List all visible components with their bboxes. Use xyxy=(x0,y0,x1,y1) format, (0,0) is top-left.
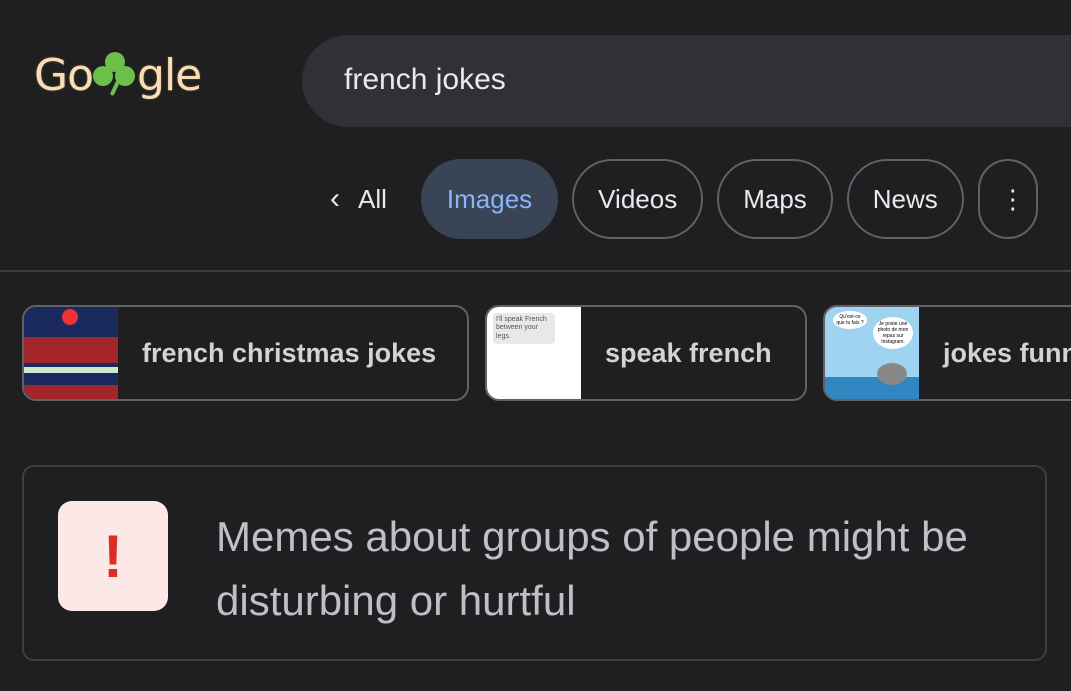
shamrock-icon xyxy=(93,52,137,97)
tab-images[interactable]: Images xyxy=(420,159,559,239)
tab-label: All xyxy=(358,183,387,214)
chip-label: french christmas jokes xyxy=(142,337,437,368)
chip-thumbnail: I'll speak French between your legs. xyxy=(487,307,581,399)
google-logo[interactable]: Go gle xyxy=(34,50,202,101)
chip-speak-french[interactable]: I'll speak French between your legs. spe… xyxy=(485,305,807,401)
chip-label: speak french xyxy=(605,337,772,368)
thumb-text: I'll speak French between your legs. xyxy=(493,313,555,345)
chevron-left-icon: ‹ xyxy=(330,182,340,215)
chip-thumbnail xyxy=(24,307,118,399)
logo-text-end: gle xyxy=(137,50,202,101)
tab-maps[interactable]: Maps xyxy=(717,159,833,239)
chip-thumbnail: Qu'est-ce que tu fais ? Je poste une pho… xyxy=(825,307,919,399)
chip-label: jokes funn xyxy=(943,337,1071,368)
search-input[interactable]: french jokes xyxy=(302,35,1071,127)
content-warning-card: ! Memes about groups of people might be … xyxy=(22,465,1047,661)
thumb-text: Je poste une photo de mon repas sur Inst… xyxy=(873,317,913,349)
search-tabs: ‹ All Images Videos Maps News ⋮ xyxy=(330,159,1038,239)
thumb-text: Qu'est-ce que tu fais ? xyxy=(833,311,867,329)
chip-jokes-funny[interactable]: Qu'est-ce que tu fais ? Je poste une pho… xyxy=(823,305,1071,401)
logo-text-start: Go xyxy=(34,50,94,101)
more-tabs-button[interactable]: ⋮ xyxy=(977,159,1038,239)
divider xyxy=(0,270,1071,272)
chip-french-christmas-jokes[interactable]: french christmas jokes xyxy=(22,305,469,401)
tab-news[interactable]: News xyxy=(846,159,964,239)
tab-all[interactable]: ‹ All xyxy=(330,159,407,239)
exclamation-icon: ! xyxy=(58,501,168,611)
tab-videos[interactable]: Videos xyxy=(572,159,704,239)
search-query: french jokes xyxy=(344,63,506,96)
warning-text: Memes about groups of people might be di… xyxy=(216,513,968,624)
